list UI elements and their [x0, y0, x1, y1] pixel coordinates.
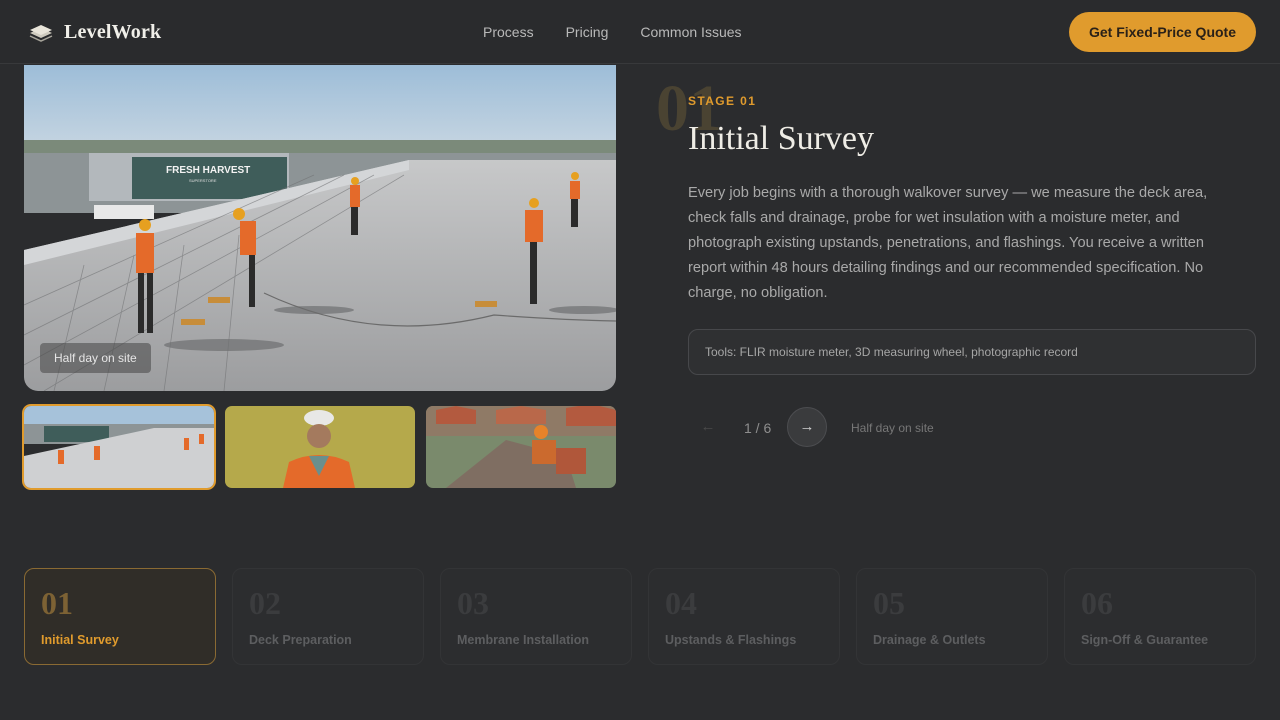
nav-link-process[interactable]: Process: [483, 24, 534, 40]
next-stage-button[interactable]: →: [787, 407, 827, 447]
previous-stage-button[interactable]: ←: [688, 407, 728, 447]
nav-link-pricing[interactable]: Pricing: [566, 24, 609, 40]
stage-card-label: Drainage & Outlets: [873, 633, 986, 647]
stage-card-label: Sign-Off & Guarantee: [1081, 633, 1209, 647]
stage-card-06[interactable]: 06 Sign-Off & Guarantee: [1064, 568, 1256, 665]
stage-card-02[interactable]: 02 Deck Preparation: [232, 568, 424, 665]
stage-card-number: 05: [873, 585, 905, 621]
stage-description: Every job begins with a thorough walkove…: [688, 185, 1208, 301]
stage-card-label: Deck Preparation: [249, 633, 352, 647]
stage-card-04[interactable]: 04 Upstands & Flashings: [648, 568, 840, 665]
stage-title: Initial Survey: [688, 120, 875, 157]
stage-counter: 1 / 6: [744, 420, 772, 436]
stage-card-label: Initial Survey: [41, 633, 119, 647]
storefront-subsign: SUPERSTORE: [189, 178, 217, 183]
brand-name: LevelWork: [64, 20, 162, 43]
stacked-layers-icon: [29, 25, 53, 42]
nav-links: Process Pricing Common Issues: [483, 24, 742, 40]
stage-card-01[interactable]: 01 Initial Survey: [24, 568, 216, 665]
nav-link-common-issues[interactable]: Common Issues: [640, 24, 741, 40]
stage-card-05[interactable]: 05 Drainage & Outlets: [856, 568, 1048, 665]
brand-logo[interactable]: LevelWork: [28, 19, 161, 45]
stage-card-number: 02: [249, 585, 281, 621]
stage-card-number: 01: [41, 585, 73, 621]
top-nav: LevelWork Process Pricing Common Issues …: [0, 0, 1280, 64]
stage-card-number: 06: [1081, 585, 1113, 621]
stage-card-number: 04: [665, 585, 697, 621]
get-quote-button[interactable]: Get Fixed-Price Quote: [1069, 12, 1256, 52]
stage-card-label: Membrane Installation: [457, 633, 589, 647]
stage-card-label: Upstands & Flashings: [665, 633, 797, 647]
stage-card-number: 03: [457, 585, 489, 621]
thumbnail-worker-portrait[interactable]: [225, 406, 415, 488]
photo-caption: Half day on site: [40, 343, 151, 373]
stage-card-03[interactable]: 03 Membrane Installation: [440, 568, 632, 665]
thumbnail-roofer-at-work[interactable]: [426, 406, 616, 488]
tools-info-box: Tools: FLIR moisture meter, 3D measuring…: [688, 329, 1256, 375]
stage-duration: Half day on site: [851, 421, 934, 435]
storefront-sign: FRESH HARVEST: [166, 165, 250, 176]
thumbnail-roof-survey[interactable]: [24, 406, 214, 488]
stage-eyebrow: STAGE 01: [688, 94, 757, 108]
